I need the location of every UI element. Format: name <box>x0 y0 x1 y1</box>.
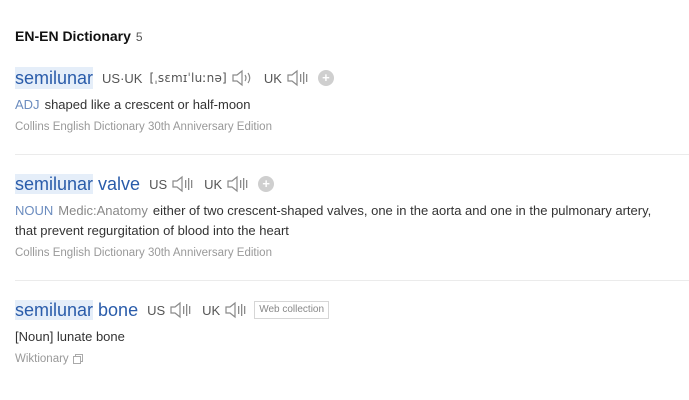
definition-row: ADJ shaped like a crescent or half-moon <box>15 95 670 115</box>
section-header: EN-EN Dictionary 5 <box>15 28 143 44</box>
headword-row: semilunar bone US UK Web collection <box>15 298 689 322</box>
pron-uk: UK <box>204 175 250 193</box>
pron-label-us-uk: US·UK <box>102 70 143 86</box>
definition-text: [Noun] lunate bone <box>15 329 125 344</box>
pron-us: US <box>149 175 195 193</box>
speaker-icon[interactable] <box>231 69 255 87</box>
speaker-icon[interactable] <box>226 175 250 193</box>
pron-us-uk: US·UK [ˌsɛmɪˈluːnə] <box>102 69 255 87</box>
headword-row: semilunar valve US UK + <box>15 172 689 196</box>
headword[interactable]: semilunar valve <box>15 173 140 195</box>
speaker-icon[interactable] <box>286 69 310 87</box>
section-title: EN-EN Dictionary <box>15 28 131 44</box>
headword-rest: bone <box>93 300 139 320</box>
speaker-icon[interactable] <box>224 301 248 319</box>
entry-semilunar-valve: semilunar valve US UK + NOUN Medic:Anatom… <box>15 172 689 259</box>
headword-row: semilunar US·UK [ˌsɛmɪˈluːnə] UK + <box>15 66 689 90</box>
headword-highlight: semilunar <box>15 300 94 320</box>
pron-uk: UK <box>264 69 310 87</box>
definition-text: shaped like a crescent or half-moon <box>44 97 251 112</box>
speaker-icon[interactable] <box>169 301 193 319</box>
section-count: 5 <box>135 30 143 44</box>
part-of-speech: ADJ <box>15 97 40 112</box>
divider <box>15 154 689 155</box>
source-text: Collins English Dictionary 30th Annivers… <box>15 121 689 133</box>
web-collection-badge[interactable]: Web collection <box>254 301 330 319</box>
source-label: Collins English Dictionary 30th Annivers… <box>15 121 272 133</box>
pron-label-us: US <box>147 302 166 318</box>
pron-label-uk: UK <box>263 70 282 86</box>
phonetic: [ˌsɛmɪˈluːnə] <box>149 71 227 85</box>
source-label[interactable]: Wiktionary <box>15 353 69 365</box>
entry-semilunar: semilunar US·UK [ˌsɛmɪˈluːnə] UK + ADJ sh… <box>15 66 689 133</box>
pron-label-uk: UK <box>202 302 221 318</box>
headword[interactable]: semilunar <box>15 67 94 89</box>
source-label: Collins English Dictionary 30th Annivers… <box>15 247 272 259</box>
headword[interactable]: semilunar bone <box>15 299 138 321</box>
domain-label: Medic:Anatomy <box>58 203 148 218</box>
copy-icon[interactable] <box>72 354 83 364</box>
add-to-wordbook-button[interactable]: + <box>317 70 334 86</box>
pron-label-uk: UK <box>204 176 223 192</box>
source-text: Wiktionary <box>15 353 689 365</box>
pron-label-us: US <box>149 176 168 192</box>
pron-uk: UK <box>202 301 248 319</box>
divider <box>15 280 689 281</box>
speaker-icon[interactable] <box>171 175 195 193</box>
pron-us: US <box>147 301 193 319</box>
entry-semilunar-bone: semilunar bone US UK Web collection [Nou… <box>15 298 689 365</box>
definition-row: NOUN Medic:Anatomy either of two crescent-… <box>15 201 670 241</box>
headword-highlight: semilunar <box>15 174 94 194</box>
part-of-speech: NOUN <box>15 203 54 218</box>
headword-rest: valve <box>93 174 141 194</box>
add-to-wordbook-button[interactable]: + <box>258 176 275 192</box>
definition-row: [Noun] lunate bone <box>15 327 670 347</box>
source-text: Collins English Dictionary 30th Annivers… <box>15 247 689 259</box>
